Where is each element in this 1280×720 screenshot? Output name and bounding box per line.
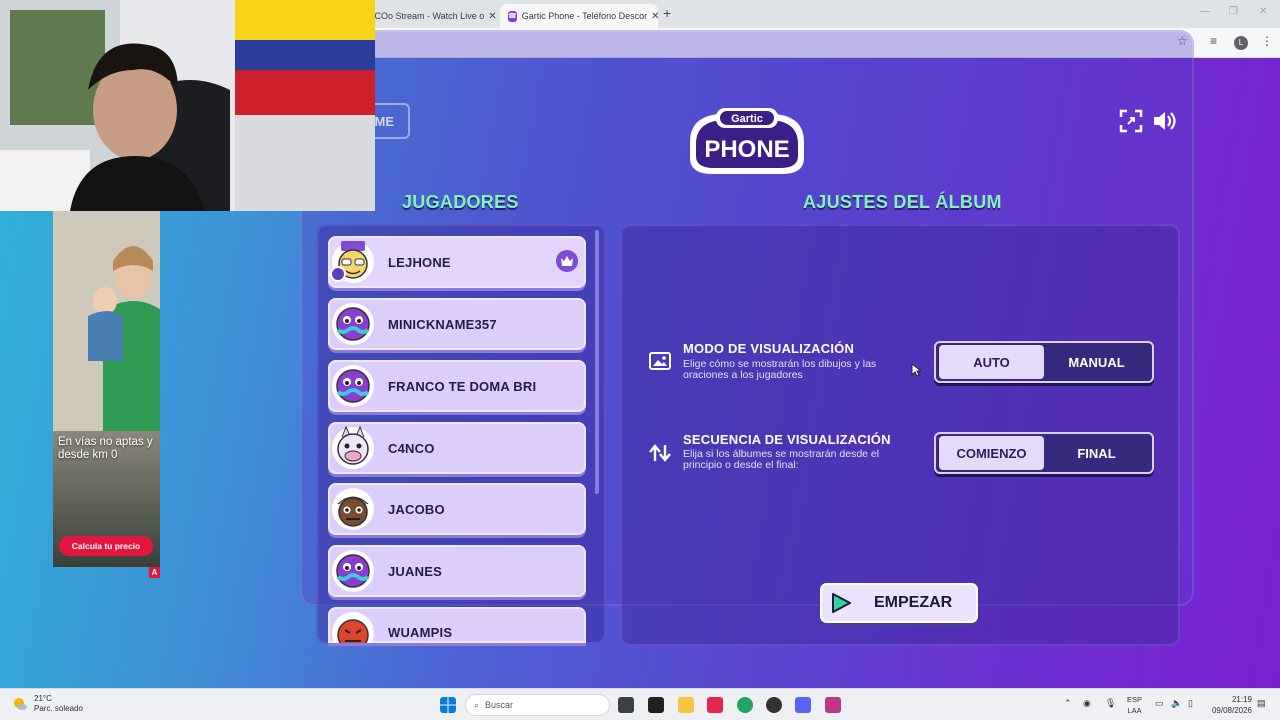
new-tab-button[interactable]: + bbox=[663, 5, 671, 21]
player-name: JACOBO bbox=[388, 501, 445, 517]
advertisement[interactable]: En vías no aptas y desde km 0 Calcula tu… bbox=[53, 211, 160, 567]
weather-widget[interactable]: 21°C Parc. soleado bbox=[12, 694, 83, 714]
start-button[interactable]: EMPEZAR bbox=[820, 583, 978, 623]
ad-choices-badge[interactable]: A bbox=[149, 567, 160, 578]
player-name: JUANES bbox=[388, 563, 442, 579]
crown-icon bbox=[556, 250, 578, 272]
player-avatar-icon bbox=[332, 425, 374, 469]
tiktok-app-icon[interactable] bbox=[707, 697, 723, 713]
gartic-phone-logo: Gartic PHONE bbox=[690, 108, 804, 174]
players-scrollbar[interactable] bbox=[595, 230, 599, 494]
app-icon[interactable] bbox=[766, 697, 782, 713]
battery-icon[interactable]: ▯ bbox=[1188, 698, 1193, 709]
weather-sun-icon bbox=[14, 698, 27, 710]
taskbar-clock[interactable]: 21:19 09/08/2026 bbox=[1206, 694, 1252, 716]
tab-gartic[interactable]: ☎ Gartic Phone - Teléfono Descor ✕ bbox=[500, 4, 658, 28]
player-card: LEJHONE bbox=[328, 236, 586, 288]
play-icon bbox=[832, 593, 851, 613]
display-sequence-title: SECUENCIA DE VISUALIZACIÓN bbox=[683, 432, 891, 447]
option-start[interactable]: COMIENZO bbox=[939, 436, 1044, 470]
task-view-icon[interactable] bbox=[618, 697, 634, 713]
image-icon bbox=[649, 352, 671, 370]
weather-desc: Parc. soleado bbox=[34, 704, 83, 713]
weather-temp: 21°C bbox=[34, 694, 52, 703]
keyboard-language[interactable]: ESP LAA bbox=[1127, 694, 1142, 716]
taskbar: 21°C Parc. soleado ⌕ Buscar ⌃ ◉ 🎙 ESP LA… bbox=[0, 688, 1280, 720]
player-avatar-icon bbox=[332, 612, 374, 643]
terminal-app-icon[interactable] bbox=[648, 697, 664, 713]
network-icon[interactable]: ▭ bbox=[1155, 698, 1164, 709]
tab-close-icon[interactable]: ✕ bbox=[647, 11, 658, 22]
tray-chevron-icon[interactable]: ⌃ bbox=[1064, 698, 1072, 709]
clock-time: 21:19 bbox=[1231, 695, 1252, 704]
gartic-favicon-icon: ☎ bbox=[508, 10, 517, 22]
player-card: C4NCO bbox=[328, 422, 586, 474]
start-button-label: EMPEZAR bbox=[874, 594, 953, 611]
lang-code: ESP bbox=[1127, 695, 1143, 704]
tray-app-icon[interactable]: ◉ bbox=[1083, 698, 1091, 709]
player-card: JUANES bbox=[328, 545, 586, 597]
chrome-app-icon[interactable] bbox=[737, 697, 753, 713]
windows-start-icon[interactable] bbox=[440, 697, 456, 713]
display-mode-toggle: AUTO MANUAL bbox=[934, 341, 1154, 383]
display-mode-title: MODO DE VISUALIZACIÓN bbox=[683, 341, 855, 356]
maximize-icon[interactable]: ❐ bbox=[1229, 6, 1238, 17]
user-icon bbox=[330, 266, 346, 282]
tab-stream[interactable]: NCOo Stream - Watch Live o ✕ bbox=[360, 4, 500, 28]
option-manual[interactable]: MANUAL bbox=[1044, 345, 1149, 379]
minimize-icon[interactable]: — bbox=[1200, 6, 1210, 17]
player-avatar-icon bbox=[332, 365, 374, 407]
taskbar-search[interactable]: ⌕ Buscar bbox=[465, 694, 610, 716]
player-name: C4NCO bbox=[388, 440, 435, 456]
instagram-app-icon[interactable] bbox=[825, 697, 841, 713]
tab-close-icon[interactable]: ✕ bbox=[484, 11, 496, 22]
player-avatar-icon bbox=[332, 488, 374, 530]
microphone-icon[interactable]: 🎙 bbox=[1105, 698, 1116, 709]
logo-gartic-text: Gartic bbox=[731, 113, 763, 125]
player-name: MINICKNAME357 bbox=[388, 316, 497, 332]
player-card: WUAMPIS bbox=[328, 607, 586, 643]
option-auto[interactable]: AUTO bbox=[939, 345, 1044, 379]
logo-phone-text: PHONE bbox=[704, 136, 789, 163]
search-icon: ⌕ bbox=[474, 699, 480, 710]
player-card: FRANCO TE DOMA BRI bbox=[328, 360, 586, 412]
sort-arrows-icon bbox=[649, 444, 671, 462]
streamer-webcam-image bbox=[0, 0, 375, 211]
player-avatar-icon bbox=[332, 303, 374, 345]
option-end[interactable]: FINAL bbox=[1044, 436, 1149, 470]
media-controls-icon[interactable]: ≡ bbox=[1210, 34, 1217, 48]
volume-icon[interactable]: 🔈 bbox=[1171, 698, 1182, 709]
search-placeholder: Buscar bbox=[485, 700, 514, 710]
mouse-cursor-icon bbox=[911, 363, 921, 377]
display-sequence-description: Elija si los álbumes se mostrarán desde … bbox=[683, 448, 880, 471]
player-card: MINICKNAME357 bbox=[328, 298, 586, 350]
ad-photo-image bbox=[53, 211, 160, 431]
window-close-icon[interactable]: ✕ bbox=[1259, 6, 1267, 17]
players-heading: JUGADORES bbox=[402, 192, 519, 212]
tab-gartic-title: Gartic Phone - Teléfono Descor bbox=[521, 11, 648, 21]
discord-app-icon[interactable] bbox=[795, 697, 811, 713]
display-sequence-toggle: COMIENZO FINAL bbox=[934, 432, 1154, 474]
profile-avatar[interactable]: L bbox=[1234, 36, 1248, 50]
fullscreen-icon[interactable] bbox=[1118, 108, 1144, 134]
player-name: FRANCO TE DOMA BRI bbox=[388, 378, 537, 394]
player-card: JACOBO bbox=[328, 483, 586, 535]
browser-menu-icon[interactable]: ⋮ bbox=[1261, 34, 1273, 48]
clock-date: 09/08/2026 bbox=[1211, 706, 1252, 715]
player-name: LEJHONE bbox=[388, 254, 451, 270]
home-button-label: ME bbox=[374, 113, 395, 129]
display-mode-description: Elige cómo se mostrarán los dibujos y la… bbox=[683, 358, 877, 381]
ad-cta-button[interactable]: Calcula tu precio bbox=[59, 536, 153, 556]
player-avatar-icon bbox=[332, 550, 374, 592]
player-name: WUAMPIS bbox=[388, 625, 453, 640]
lang-layout: LAA bbox=[1127, 706, 1142, 715]
ad-text: En vías no aptas y desde km 0 bbox=[58, 436, 153, 461]
sound-icon[interactable] bbox=[1151, 108, 1177, 134]
notifications-icon[interactable]: ▤ bbox=[1257, 698, 1266, 709]
tab-stream-title: NCOo Stream - Watch Live o bbox=[368, 11, 485, 21]
settings-heading: AJUSTES DEL ÁLBUM bbox=[803, 192, 1002, 212]
file-explorer-icon[interactable] bbox=[678, 697, 694, 713]
